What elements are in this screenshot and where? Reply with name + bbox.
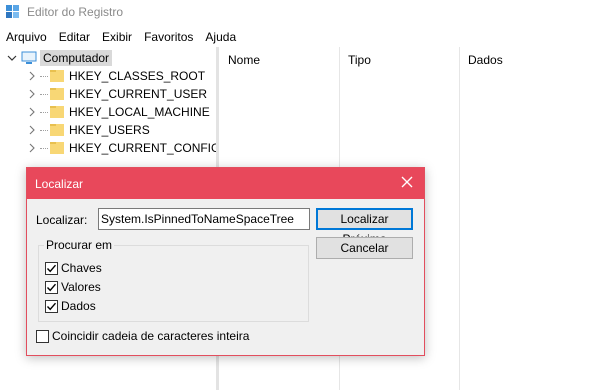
close-icon <box>401 176 413 191</box>
tree-item-label: HKEY_LOCAL_MACHINE <box>69 105 210 119</box>
folder-icon <box>50 123 64 137</box>
option-valores[interactable]: Valores <box>45 279 101 295</box>
find-dialog: Localizar Localizar: System.IsPinnedToNa… <box>26 167 425 356</box>
menu-exibir[interactable]: Exibir <box>96 27 138 47</box>
tree-connector <box>40 147 48 149</box>
dialog-title-bar[interactable]: Localizar <box>27 168 424 199</box>
tree-connector <box>40 75 48 77</box>
tree-item-hkey-current-config[interactable]: HKEY_CURRENT_CONFIG <box>26 139 220 157</box>
chevron-down-icon[interactable] <box>6 52 18 64</box>
folder-icon <box>50 141 64 155</box>
folder-icon <box>50 87 64 101</box>
checkbox-checked-icon[interactable] <box>45 280 58 294</box>
tree-item-hkey-users[interactable]: HKEY_USERS <box>26 121 150 139</box>
chevron-right-icon[interactable] <box>26 142 38 154</box>
find-next-button[interactable]: Localizar Próxima <box>316 208 413 246</box>
computer-icon <box>21 51 37 65</box>
option-label: Coincidir cadeia de caracteres inteira <box>52 329 250 343</box>
option-label: Dados <box>61 299 96 313</box>
search-in-label: Procurar em <box>44 238 115 252</box>
cancel-button[interactable]: Cancelar <box>316 237 413 259</box>
option-label: Chaves <box>61 261 102 275</box>
tree-item-label: HKEY_CLASSES_ROOT <box>69 69 206 83</box>
chevron-right-icon[interactable] <box>26 124 38 136</box>
folder-icon <box>50 69 64 83</box>
chevron-right-icon[interactable] <box>26 106 38 118</box>
menu-arquivo[interactable]: Arquivo <box>0 27 53 47</box>
chevron-right-icon[interactable] <box>26 88 38 100</box>
tree-item-hkey-current-user[interactable]: HKEY_CURRENT_USER <box>26 85 207 103</box>
window-title: Editor do Registro <box>27 5 124 19</box>
tree-item-label: HKEY_CURRENT_USER <box>69 87 208 101</box>
tree-item-label: Computador <box>40 50 113 66</box>
option-chaves[interactable]: Chaves <box>45 260 102 276</box>
tree-connector <box>40 111 48 113</box>
option-dados[interactable]: Dados <box>45 298 96 314</box>
column-header-dados[interactable]: Dados <box>468 47 503 73</box>
option-label: Valores <box>61 280 101 294</box>
dialog-title: Localizar <box>35 177 84 191</box>
tree-item-computador[interactable]: Computador <box>6 49 113 67</box>
tree-item-label: HKEY_CURRENT_CONFIG <box>69 141 221 155</box>
menu-favoritos[interactable]: Favoritos <box>138 27 199 47</box>
column-header-nome[interactable]: Nome <box>228 47 260 73</box>
option-match-whole-string[interactable]: Coincidir cadeia de caracteres inteira <box>36 328 249 344</box>
tree-item-label: HKEY_USERS <box>69 123 150 137</box>
menu-editar[interactable]: Editar <box>53 27 96 47</box>
tree-connector <box>40 93 48 95</box>
search-in-group: Procurar em Chaves Valores Dados <box>38 238 309 322</box>
menu-bar: Arquivo Editar Exibir Favoritos Ajuda <box>0 27 242 47</box>
column-divider[interactable] <box>459 47 460 390</box>
menu-ajuda[interactable]: Ajuda <box>199 27 242 47</box>
column-header-tipo[interactable]: Tipo <box>348 47 371 73</box>
tree-item-hkey-local-machine[interactable]: HKEY_LOCAL_MACHINE <box>26 103 210 121</box>
close-button[interactable] <box>390 168 424 199</box>
registry-editor-icon <box>6 5 20 19</box>
tree-connector <box>40 129 48 131</box>
checkbox-checked-icon[interactable] <box>45 261 58 275</box>
folder-icon <box>50 105 64 119</box>
tree-item-hkey-classes-root[interactable]: HKEY_CLASSES_ROOT <box>26 67 205 85</box>
find-label: Localizar: <box>36 213 88 227</box>
find-input[interactable]: System.IsPinnedToNameSpaceTree <box>98 208 310 230</box>
checkbox-unchecked-icon[interactable] <box>36 329 49 343</box>
checkbox-checked-icon[interactable] <box>45 299 58 313</box>
title-bar: Editor do Registro <box>0 0 610 26</box>
chevron-right-icon[interactable] <box>26 70 38 82</box>
